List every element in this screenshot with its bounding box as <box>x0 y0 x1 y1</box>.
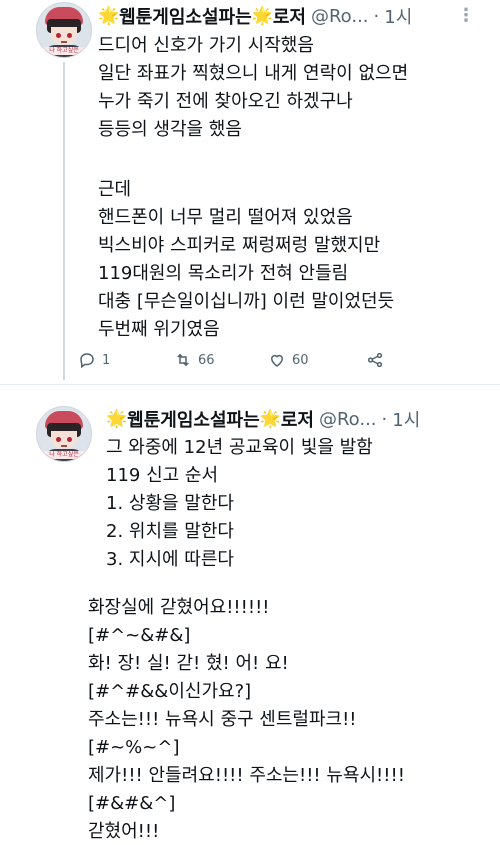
tweet-text-line: 대충 [무슨일이십니까] 이런 말이었던듯 <box>98 291 395 312</box>
tweet-text-line: [#^#&&이신가요?] <box>88 681 252 702</box>
reply-button[interactable]: 1 <box>78 351 110 369</box>
tweet-divider <box>0 384 500 385</box>
tweet-text-line: 갇혔어!!! <box>88 821 160 842</box>
tweet-text-line: 일단 좌표가 찍혔으니 내게 연락이 없으면 <box>98 63 409 84</box>
tweet-text-line: 누가 죽기 전에 찾아오긴 하겠구나 <box>98 91 353 112</box>
tweet-text-line: [#^~&#&] <box>88 625 191 646</box>
timestamp[interactable]: 1시 <box>392 406 420 432</box>
avatar-tag: 나 하고싶은 <box>41 451 87 459</box>
tweet-header: 🌟 웹툰게임소설파는 🌟 로저 @Ro... · 1시 <box>98 3 412 29</box>
tweet-text-line: 등등의 생각을 했음 <box>98 119 242 140</box>
more-options-icon[interactable]: ⋮ <box>457 5 475 26</box>
tweet-text-line: 주소는!!! 뉴욕시 중구 센트럴파크!! <box>88 709 357 730</box>
tweet-text-line: 제가!!! 안들려요!!!! 주소는!!! 뉴욕시!!!! <box>88 765 405 786</box>
share-icon <box>367 352 383 368</box>
tweet-text-line: 3. 지시에 따른다 <box>106 549 234 570</box>
user-handle[interactable]: @Ro... <box>311 6 369 27</box>
display-name-tail[interactable]: 로저 <box>281 406 314 432</box>
tweet-text-line: [#~%~^] <box>88 737 180 758</box>
avatar[interactable]: 나 하고싶은 <box>36 406 92 462</box>
tweet-text-line: 그 와중에 12년 공교육이 빛을 발함 <box>106 437 373 458</box>
tweet-text-line: 근데 <box>98 179 132 200</box>
tweet-2[interactable]: 나 하고싶은 🌟 웹툰게임소설파는 🌟 로저 @Ro... · 1시 그 와중에… <box>0 398 500 842</box>
tweet-text-line: 화! 장! 실! 갇! 혔! 어! 요! <box>88 653 289 674</box>
tweet-header: 🌟 웹툰게임소설파는 🌟 로저 @Ro... · 1시 <box>106 406 420 432</box>
tweet-text-line: 핸드폰이 너무 멀리 떨어져 있었음 <box>98 207 353 228</box>
star-emoji: 🌟 <box>98 6 120 26</box>
reply-icon <box>80 353 94 369</box>
like-count: 60 <box>292 352 309 368</box>
avatar[interactable]: 나 하고싶은 <box>36 2 92 58</box>
tweet-text-line: 2. 위치를 말한다 <box>106 521 234 542</box>
user-handle[interactable]: @Ro... <box>319 409 377 430</box>
display-name[interactable]: 웹툰게임소설파는 <box>119 3 251 29</box>
separator-dot: · <box>373 5 380 27</box>
separator-dot: · <box>381 408 388 430</box>
star-emoji: 🌟 <box>106 409 128 429</box>
retweet-count: 66 <box>198 352 215 368</box>
heart-icon <box>270 354 284 367</box>
thread-line <box>63 62 65 380</box>
like-button[interactable]: 60 <box>268 351 309 369</box>
share-button[interactable] <box>366 351 384 369</box>
tweet-text-line: 119 신고 순서 <box>106 465 219 486</box>
timestamp[interactable]: 1시 <box>384 3 412 29</box>
tweet-text-line: 드디어 신호가 가기 시작했음 <box>98 35 314 56</box>
retweet-button[interactable]: 66 <box>174 351 215 369</box>
display-name[interactable]: 웹툰게임소설파는 <box>127 406 259 432</box>
reply-count: 1 <box>102 352 111 368</box>
display-name-tail[interactable]: 로저 <box>273 3 306 29</box>
action-bar: 1 66 60 <box>78 348 408 372</box>
tweet-text-line: 두번째 위기였음 <box>98 319 220 340</box>
star-emoji: 🌟 <box>251 6 273 26</box>
tweet-text-line: 빅스비야 스피커로 쩌렁쩌렁 말했지만 <box>98 235 381 256</box>
avatar-tag: 나 하고싶은 <box>41 47 87 55</box>
tweet-text-line: 119대원의 목소리가 전혀 안들림 <box>98 263 349 284</box>
tweet-text-line: 1. 상황을 말한다 <box>106 493 234 514</box>
tweet-text-line: [#&#&^] <box>88 793 176 814</box>
tweet-1[interactable]: 나 하고싶은 🌟 웹툰게임소설파는 🌟 로저 @Ro... · 1시 ⋮ 드디어… <box>0 0 500 382</box>
tweet-text-line: 화장실에 갇혔어요!!!!!! <box>88 597 270 618</box>
retweet-icon <box>177 353 189 367</box>
star-emoji: 🌟 <box>259 409 281 429</box>
